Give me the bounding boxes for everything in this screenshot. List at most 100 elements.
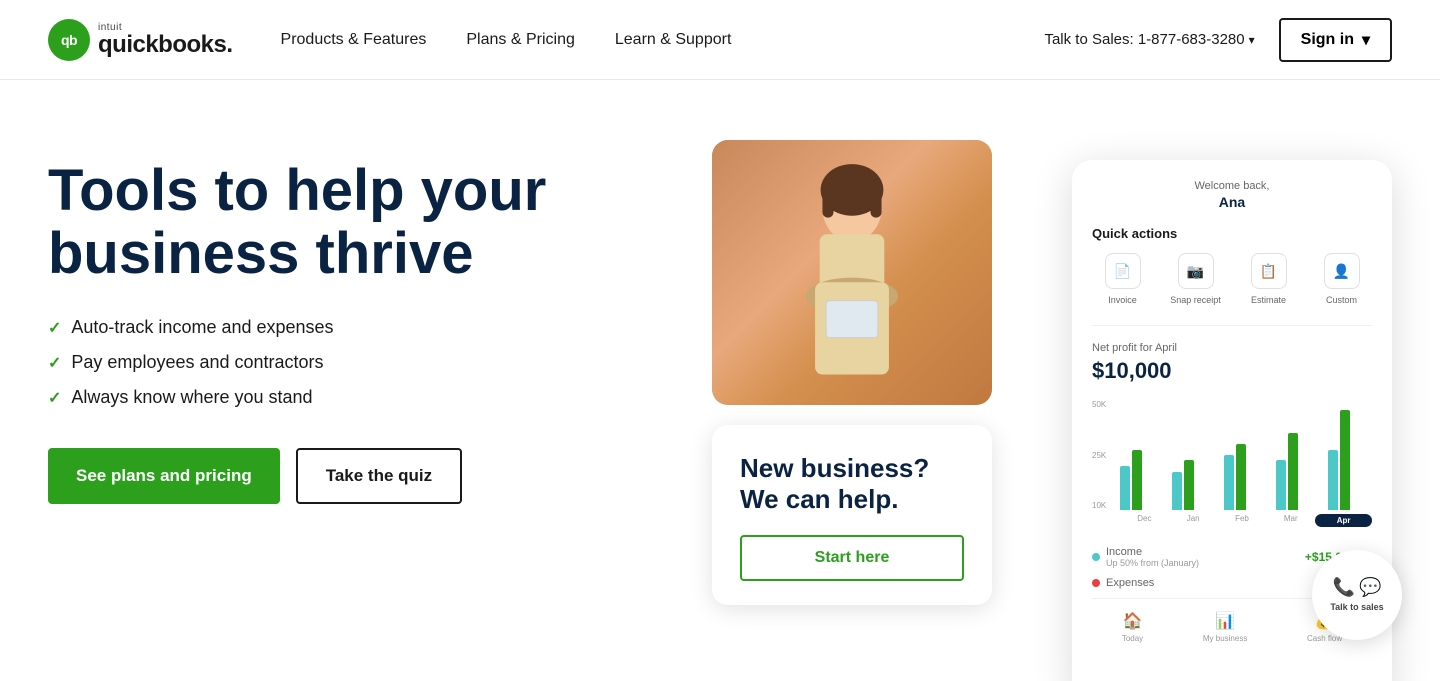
bar-group-mar <box>1276 433 1320 510</box>
feature-3-text: Always know where you stand <box>71 387 312 408</box>
chart-y-labels: 50K 25K 10K <box>1092 400 1106 510</box>
qa-custom[interactable]: 👤 Custom <box>1311 253 1372 305</box>
hero-right: New business? We can help. Start here We… <box>712 140 1392 660</box>
check-icon-2: ✓ <box>48 353 61 373</box>
qa-snap-receipt-label: Snap receipt <box>1170 295 1221 305</box>
photo-card <box>712 140 992 405</box>
app-welcome-text: Welcome back, <box>1092 180 1372 192</box>
nav-links: Products & Features Plans & Pricing Lear… <box>281 31 732 49</box>
new-biz-title: New business? We can help. <box>740 453 964 515</box>
x-label-feb: Feb <box>1218 514 1267 527</box>
logo-symbol: qb <box>61 32 77 48</box>
bar-apr-teal <box>1328 450 1338 510</box>
app-nav-business[interactable]: 📊 My business <box>1203 611 1247 643</box>
nav-learn-support[interactable]: Learn & Support <box>615 31 732 49</box>
feature-1-text: Auto-track income and expenses <box>71 317 333 338</box>
expense-dot <box>1092 579 1100 587</box>
invoice-icon: 📄 <box>1105 253 1141 289</box>
qa-invoice[interactable]: 📄 Invoice <box>1092 253 1153 305</box>
net-profit-label: Net profit for April <box>1092 342 1372 354</box>
qa-custom-label: Custom <box>1326 295 1357 305</box>
qa-snap-receipt[interactable]: 📷 Snap receipt <box>1165 253 1226 305</box>
nav-products-features[interactable]: Products & Features <box>281 31 427 49</box>
x-label-dec: Dec <box>1120 514 1169 527</box>
talk-to-sales-label: Talk to sales <box>1330 602 1383 613</box>
nav-right: Talk to Sales: 1-877-683-3280 ▾ Sign in … <box>1044 18 1392 62</box>
check-icon-1: ✓ <box>48 318 61 338</box>
hero-buttons: See plans and pricing Take the quiz <box>48 448 568 504</box>
bar-feb-teal <box>1224 455 1234 510</box>
chart-x-labels: Dec Jan Feb Mar Apr <box>1092 510 1372 527</box>
chevron-down-icon: ▾ <box>1249 33 1255 47</box>
income-sub: Up 50% from (January) <box>1106 558 1199 568</box>
bar-dec-green <box>1132 450 1142 510</box>
logo-quickbooks: quickbooks. <box>98 33 233 57</box>
y-label-50k: 50K <box>1092 400 1106 409</box>
check-icon-3: ✓ <box>48 388 61 408</box>
x-label-jan: Jan <box>1169 514 1218 527</box>
business-label: My business <box>1203 634 1247 643</box>
start-here-button[interactable]: Start here <box>740 535 964 581</box>
custom-icon: 👤 <box>1324 253 1360 289</box>
signin-chevron-icon: ▾ <box>1362 30 1370 50</box>
hero-title: Tools to help your business thrive <box>48 160 568 285</box>
signin-label: Sign in <box>1301 31 1354 49</box>
nav-left: qb intuit quickbooks. Products & Feature… <box>48 19 731 61</box>
logo-text: intuit quickbooks. <box>98 23 233 57</box>
quick-actions-title: Quick actions <box>1092 226 1372 241</box>
bar-mar-teal <box>1276 460 1286 510</box>
today-label: Today <box>1122 634 1143 643</box>
take-quiz-button[interactable]: Take the quiz <box>296 448 462 504</box>
hero-section: Tools to help your business thrive ✓ Aut… <box>0 80 1440 681</box>
bar-group-jan <box>1172 460 1216 510</box>
feature-3: ✓ Always know where you stand <box>48 387 568 408</box>
app-user-name: Ana <box>1092 194 1372 210</box>
income-legend: Income Up 50% from (January) <box>1092 546 1199 568</box>
snap-receipt-icon: 📷 <box>1178 253 1214 289</box>
divider-1 <box>1092 325 1372 326</box>
see-plans-button[interactable]: See plans and pricing <box>48 448 280 504</box>
logo-icon: qb <box>48 19 90 61</box>
qa-invoice-label: Invoice <box>1108 295 1137 305</box>
quick-actions: 📄 Invoice 📷 Snap receipt 📋 Estimate 👤 Cu… <box>1092 253 1372 305</box>
person-illustration <box>762 153 942 393</box>
bar-feb-green <box>1236 444 1246 510</box>
x-label-apr: Apr <box>1315 514 1372 527</box>
hero-features: ✓ Auto-track income and expenses ✓ Pay e… <box>48 317 568 408</box>
hero-left: Tools to help your business thrive ✓ Aut… <box>48 140 568 504</box>
income-dot <box>1092 553 1100 561</box>
signin-button[interactable]: Sign in ▾ <box>1279 18 1392 62</box>
talk-to-sales-bubble[interactable]: 📞 💬 Talk to sales <box>1312 550 1402 640</box>
bar-group-feb <box>1224 444 1268 510</box>
navigation: qb intuit quickbooks. Products & Feature… <box>0 0 1440 80</box>
chart-bars <box>1092 400 1372 510</box>
chart-area: 50K 25K 10K <box>1092 400 1372 530</box>
bar-mar-green <box>1288 433 1298 510</box>
today-icon: 🏠 <box>1123 611 1143 631</box>
business-icon: 📊 <box>1215 611 1235 631</box>
x-label-mar: Mar <box>1266 514 1315 527</box>
talk-to-sales-link[interactable]: Talk to Sales: 1-877-683-3280 ▾ <box>1044 31 1254 48</box>
feature-1: ✓ Auto-track income and expenses <box>48 317 568 338</box>
logo[interactable]: qb intuit quickbooks. <box>48 19 233 61</box>
expense-legend: Expenses <box>1092 577 1154 589</box>
phone-icon: 📞 <box>1333 577 1355 598</box>
feature-2: ✓ Pay employees and contractors <box>48 352 568 373</box>
income-text: Income Up 50% from (January) <box>1106 546 1199 568</box>
bar-apr-green <box>1340 410 1350 510</box>
net-profit-value: $10,000 <box>1092 358 1372 384</box>
feature-2-text: Pay employees and contractors <box>71 352 323 373</box>
nav-plans-pricing[interactable]: Plans & Pricing <box>466 31 575 49</box>
qa-estimate[interactable]: 📋 Estimate <box>1238 253 1299 305</box>
person-image <box>712 140 992 405</box>
bar-jan-green <box>1184 460 1194 510</box>
y-label-10k: 10K <box>1092 501 1106 510</box>
new-business-card: New business? We can help. Start here <box>712 425 992 605</box>
bar-jan-teal <box>1172 472 1182 510</box>
estimate-icon: 📋 <box>1251 253 1287 289</box>
app-nav-today[interactable]: 🏠 Today <box>1122 611 1143 643</box>
bar-group-dec <box>1120 450 1164 510</box>
talk-bubble-icons: 📞 💬 <box>1333 577 1382 598</box>
qa-estimate-label: Estimate <box>1251 295 1286 305</box>
bar-dec-teal <box>1120 466 1130 510</box>
